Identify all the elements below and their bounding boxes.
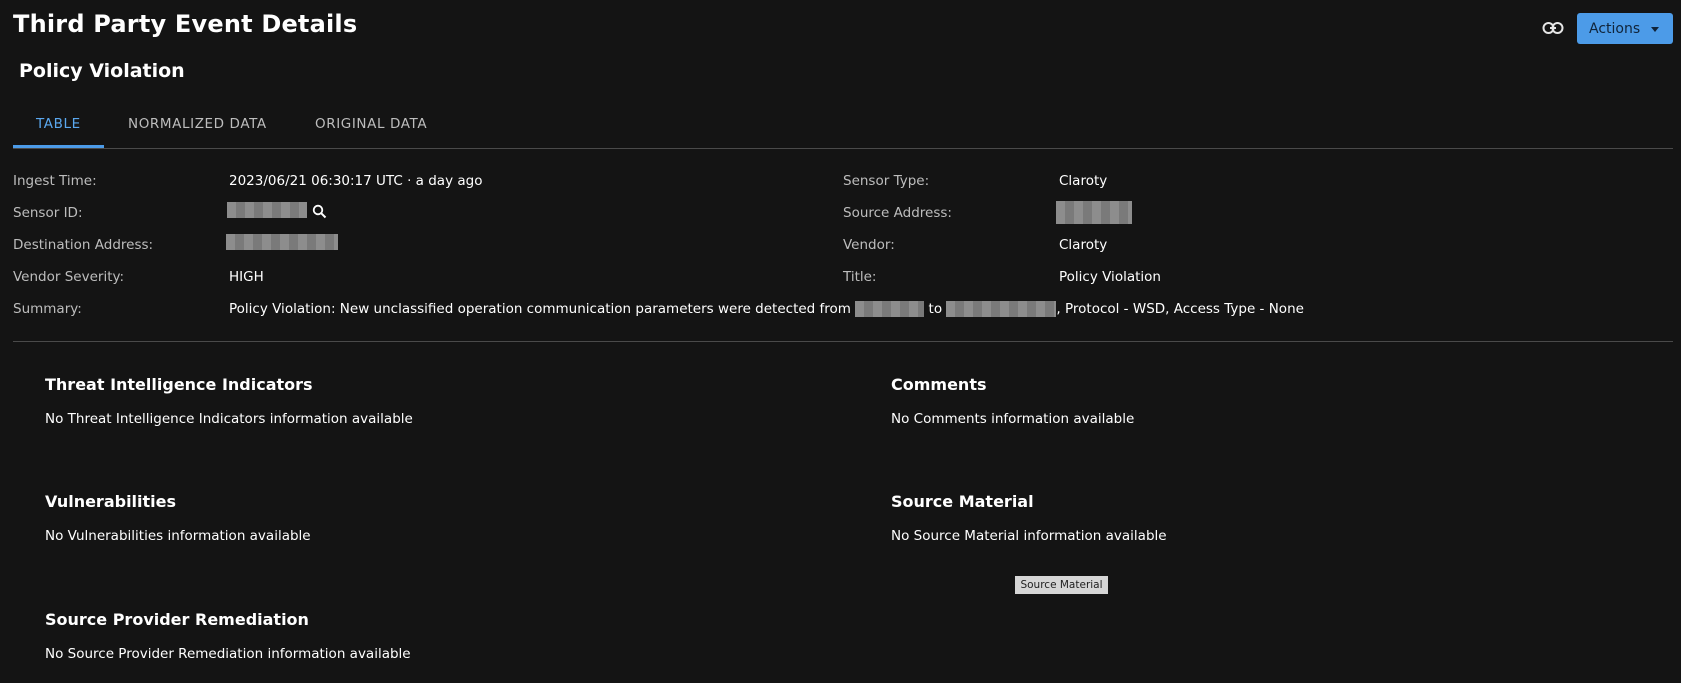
comments-title: Comments xyxy=(891,375,987,394)
vendor-severity-label: Vendor Severity: xyxy=(13,269,125,285)
redacted-destination-address xyxy=(226,234,338,250)
search-sensor-button[interactable] xyxy=(312,204,327,224)
active-tab-indicator xyxy=(13,145,104,148)
remediation-text: No Source Provider Remediation informati… xyxy=(45,646,411,662)
redacted-summary-destination xyxy=(946,301,1057,317)
page-title: Third Party Event Details xyxy=(13,10,358,38)
redacted-summary-source xyxy=(855,301,925,317)
source-material-button[interactable]: Source Material xyxy=(1015,576,1108,594)
actions-button-label: Actions xyxy=(1589,20,1641,37)
caret-down-icon xyxy=(1651,27,1659,32)
title-label: Title: xyxy=(843,269,877,285)
tab-normalized-data[interactable]: NORMALIZED DATA xyxy=(128,116,267,132)
sensor-type-value: Claroty xyxy=(1059,173,1108,189)
vulnerabilities-title: Vulnerabilities xyxy=(45,492,177,511)
ingest-time-label: Ingest Time: xyxy=(13,173,97,189)
sensor-id-value xyxy=(227,202,307,218)
sensor-id-label: Sensor ID: xyxy=(13,205,83,221)
comments-text: No Comments information available xyxy=(891,411,1135,427)
summary-suffix: , Protocol - WSD, Access Type - None xyxy=(1056,301,1304,317)
threat-intel-title: Threat Intelligence Indicators xyxy=(45,375,313,394)
tab-original-data[interactable]: ORIGINAL DATA xyxy=(315,116,427,132)
threat-intel-text: No Threat Intelligence Indicators inform… xyxy=(45,411,413,427)
link-icon xyxy=(1542,22,1564,34)
sensor-type-label: Sensor Type: xyxy=(843,173,930,189)
source-material-text: No Source Material information available xyxy=(891,528,1167,544)
tab-bar: TABLE NORMALIZED DATA ORIGINAL DATA xyxy=(13,104,1673,149)
destination-address-label: Destination Address: xyxy=(13,237,154,253)
vendor-value: Claroty xyxy=(1059,237,1108,253)
tab-table[interactable]: TABLE xyxy=(36,116,81,132)
ingest-time-value: 2023/06/21 06:30:17 UTC · a day ago xyxy=(229,173,483,189)
details-divider xyxy=(13,341,1673,342)
summary-label: Summary: xyxy=(13,301,82,317)
source-address-value xyxy=(1056,201,1132,224)
title-value: Policy Violation xyxy=(1059,269,1161,285)
vendor-label: Vendor: xyxy=(843,237,895,253)
remediation-title: Source Provider Remediation xyxy=(45,610,309,629)
source-address-label: Source Address: xyxy=(843,205,952,221)
search-icon xyxy=(312,204,327,219)
actions-button[interactable]: Actions xyxy=(1577,13,1673,44)
redacted-source-address xyxy=(1056,201,1132,224)
summary-middle: to xyxy=(928,301,943,317)
summary-prefix: Policy Violation: New unclassified opera… xyxy=(229,301,851,317)
redacted-sensor-id xyxy=(227,202,307,218)
vendor-severity-value: HIGH xyxy=(229,269,264,285)
event-details-page: Third Party Event Details Actions Policy… xyxy=(0,0,1681,683)
vulnerabilities-text: No Vulnerabilities information available xyxy=(45,528,311,544)
destination-address-value xyxy=(226,234,338,250)
copy-link-button[interactable] xyxy=(1540,16,1566,40)
source-material-title: Source Material xyxy=(891,492,1034,511)
event-title: Policy Violation xyxy=(19,60,185,82)
summary-value: Policy Violation: New unclassified opera… xyxy=(229,301,1304,317)
